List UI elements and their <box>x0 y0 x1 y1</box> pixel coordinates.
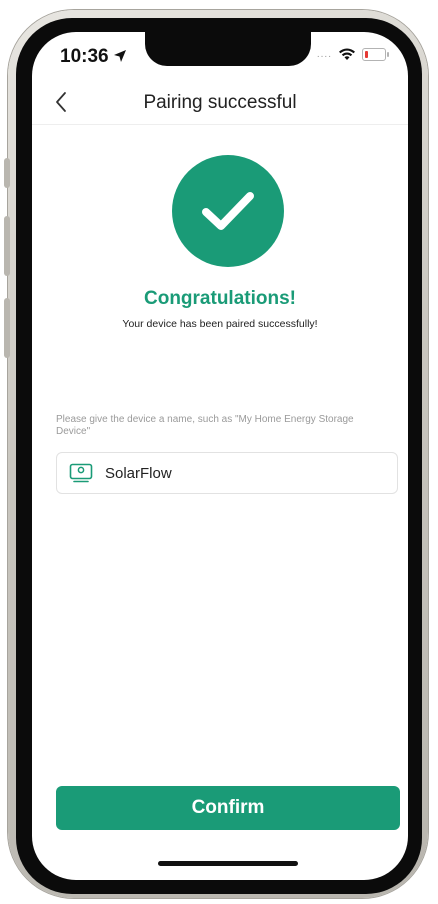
location-arrow-icon <box>113 50 126 62</box>
success-message: Your device has been paired successfully… <box>122 318 318 330</box>
wifi-icon <box>339 48 355 60</box>
status-indicators: .... <box>316 47 389 61</box>
device-icon <box>69 463 93 483</box>
navbar: Pairing successful <box>32 82 408 125</box>
status-time: 10:36 <box>60 46 127 68</box>
success-badge <box>172 155 284 267</box>
device-name-value: SolarFlow <box>105 464 172 482</box>
device-name-hint: Please give the device a name, such as "… <box>56 414 354 437</box>
battery-icon <box>362 47 389 61</box>
page-title: Pairing successful <box>143 92 297 113</box>
check-icon <box>202 192 254 230</box>
volume-up-button <box>4 216 10 276</box>
success-heading: Congratulations! <box>144 288 296 309</box>
confirm-button[interactable]: Confirm <box>56 786 400 830</box>
status-time-text: 10:36 <box>60 46 109 67</box>
screen: 10:36 .... Pairing successful Congratula… <box>32 32 408 880</box>
home-indicator[interactable] <box>158 861 298 866</box>
notch <box>145 32 311 66</box>
signal-dots: .... <box>316 48 332 60</box>
device-name-input[interactable]: SolarFlow <box>56 452 398 494</box>
mute-switch <box>4 158 10 188</box>
volume-down-button <box>4 298 10 358</box>
